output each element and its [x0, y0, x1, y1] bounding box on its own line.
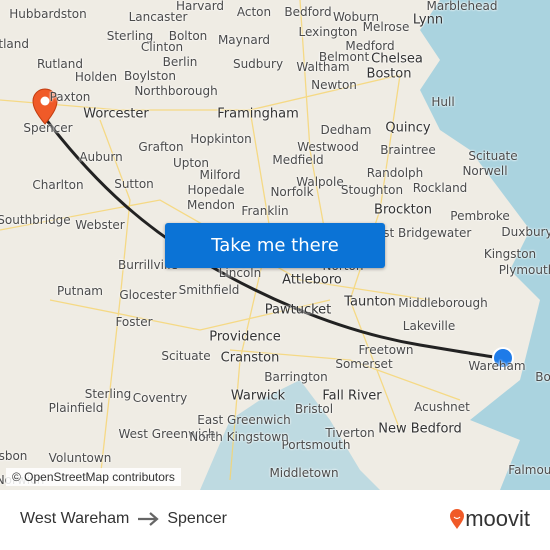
town-label: Melrose	[362, 20, 410, 34]
town-label: Brockton	[374, 202, 432, 218]
town-label: Scituate	[161, 349, 211, 363]
town-label: Holden	[74, 70, 118, 84]
water-ocean	[420, 0, 550, 490]
town-label: Coventry	[132, 391, 188, 405]
town-label: Barrington	[264, 370, 328, 384]
moovit-pin-icon	[450, 509, 465, 529]
town-label: Lincoln	[218, 266, 262, 280]
town-label: Lisbon	[0, 449, 28, 463]
town-label: Framingham	[217, 106, 299, 122]
town-label: Maynard	[217, 33, 271, 47]
town-label: Providence	[209, 329, 281, 345]
town-label: Lexington	[298, 25, 358, 39]
town-label: Pembroke	[450, 209, 510, 223]
town-label: Worcester	[83, 106, 149, 122]
town-label: Medfield	[272, 153, 324, 167]
town-label: Rutland	[0, 37, 30, 51]
town-label: Cranston	[220, 350, 280, 366]
town-label: Stoughton	[340, 183, 404, 197]
town-label: East Greenwich	[197, 413, 291, 427]
town-label: Pawtucket	[264, 302, 332, 318]
town-label: New Bedford	[378, 421, 462, 437]
town-label: Boston	[366, 66, 412, 82]
town-label: Putnam	[57, 284, 103, 298]
town-label: Kingston	[483, 247, 537, 261]
town-label: Plymouth	[498, 263, 550, 277]
map[interactable]: Hubbardston Harvard Acton Bedford Woburn Melr…	[0, 0, 550, 490]
town-label: Dedham	[320, 123, 372, 137]
footer: West Wareham Spencer moovit	[0, 490, 550, 550]
town-label: Glocester	[119, 288, 177, 302]
town-label: Lakeville	[402, 319, 456, 333]
town-label: Attleboro	[282, 272, 342, 288]
town-label: Waltham	[296, 60, 350, 74]
town-label: Middletown	[269, 466, 339, 480]
town-label: North Kingstown	[189, 430, 289, 444]
town-label: Bedford	[284, 5, 332, 19]
town-label: Warwick	[230, 388, 286, 404]
town-label: Newton	[311, 78, 357, 92]
town-label: Lynn	[412, 12, 444, 28]
destination-name: Spencer	[167, 510, 227, 527]
town-label: Foster	[115, 315, 153, 329]
town-label: Voluntown	[48, 451, 112, 465]
town-label: Acushnet	[414, 400, 470, 414]
moovit-logo[interactable]: moovit	[449, 506, 530, 532]
route-title: West Wareham Spencer	[20, 510, 227, 528]
town-label: Sterling	[84, 387, 132, 401]
town-label: Marblehead	[426, 0, 498, 13]
town-label: Norfolk	[270, 185, 314, 199]
town-label: Sutton	[114, 177, 154, 191]
town-label: Acton	[236, 5, 272, 19]
town-label: Portsmouth	[281, 438, 351, 452]
town-label: Freetown	[358, 343, 414, 357]
town-label: Webster	[75, 218, 125, 232]
town-label: Franklin	[241, 204, 289, 218]
town-label: Braintree	[380, 143, 436, 157]
town-label: Hull	[431, 95, 455, 109]
town-label: Rutland	[36, 57, 84, 71]
town-label: Somerset	[335, 357, 393, 371]
town-label: Berlin	[162, 55, 198, 69]
town-label: Clinton	[140, 40, 184, 54]
town-label: Smithfield	[178, 283, 240, 297]
town-label: Hopkinton	[190, 132, 252, 146]
town-label: Norwell	[462, 164, 508, 178]
town-label: Auburn	[79, 150, 123, 164]
town-label: Hubbardston	[9, 7, 87, 21]
town-label: Lancaster	[128, 10, 188, 24]
town-label: Mendon	[187, 198, 235, 212]
town-label: Bo	[535, 370, 550, 384]
town-label: Grafton	[138, 140, 184, 154]
town-label: Chelsea	[371, 51, 423, 67]
town-label: Taunton	[344, 294, 396, 310]
town-label: Falmouth	[508, 463, 550, 477]
town-label: Boylston	[124, 69, 176, 83]
town-label: Quincy	[385, 120, 431, 136]
town-label: Rockland	[412, 181, 468, 195]
town-label: Hopedale	[187, 183, 245, 197]
town-label: Northborough	[134, 84, 218, 98]
town-label: Milford	[199, 168, 241, 182]
town-label: Charlton	[32, 178, 84, 192]
logo-text: moovit	[465, 506, 530, 531]
town-label: Middleborough	[398, 296, 488, 310]
town-label: Wareham	[468, 359, 526, 373]
town-label: Bristol	[294, 402, 334, 416]
map-attribution[interactable]: © OpenStreetMap contributors	[6, 468, 181, 486]
town-label: Southbridge	[0, 213, 71, 227]
town-label: Paxton	[49, 90, 91, 104]
town-label: Scituate	[468, 149, 518, 163]
town-label: Sudbury	[232, 57, 284, 71]
town-label: Randolph	[366, 166, 424, 180]
arrow-right-icon	[138, 512, 160, 526]
take-me-there-button[interactable]: Take me there	[165, 223, 385, 268]
town-label: Westwood	[297, 140, 359, 154]
origin-name: West Wareham	[20, 510, 130, 527]
town-label: Duxbury	[501, 225, 550, 239]
town-label: Spencer	[23, 121, 73, 135]
town-label: Plainfield	[48, 401, 104, 415]
